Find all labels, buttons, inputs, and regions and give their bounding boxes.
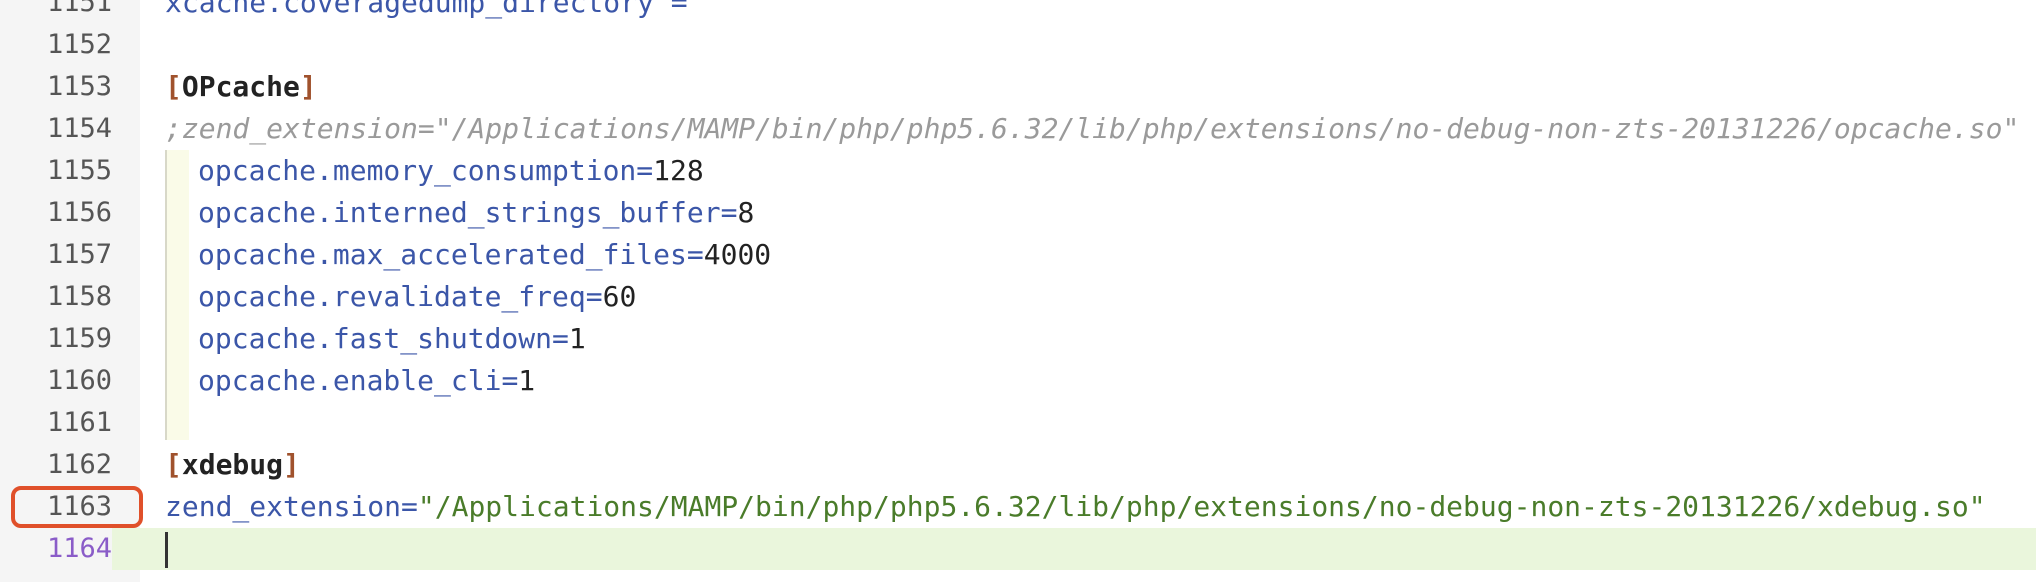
section-header: [xdebug] — [165, 444, 300, 486]
code-line[interactable]: 1163 zend_extension="/Applications/MAMP/… — [0, 486, 2036, 528]
config-value: 1 — [568, 322, 586, 355]
close-bracket: ] — [283, 448, 300, 481]
code-editor[interactable]: 1151 xcache.coveragedump_directory = "" … — [0, 0, 2036, 582]
config-value: 1 — [518, 364, 536, 397]
line-number: 1157 — [46, 239, 112, 270]
line-number: 1153 — [46, 71, 112, 102]
line-content: opcache.interned_strings_buffer=8 — [198, 192, 754, 234]
equals-sign: = — [585, 280, 603, 313]
line-number: 1152 — [46, 29, 112, 60]
code-line[interactable]: 1152 — [0, 24, 2036, 66]
close-bracket: ] — [299, 70, 317, 103]
config-key: opcache.fast_shutdown — [198, 322, 553, 355]
code-line[interactable]: 1153 [OPcache] — [0, 66, 2036, 108]
line-number: 1154 — [46, 113, 112, 144]
equals-sign: = — [653, 0, 705, 19]
section-header: [OPcache] — [165, 66, 317, 108]
code-line[interactable]: 1155 opcache.memory_consumption=128 — [0, 150, 2036, 192]
line-number: 1162 — [46, 449, 112, 480]
code-line[interactable]: 1157 opcache.max_accelerated_files=4000 — [0, 234, 2036, 276]
config-value: "" — [704, 0, 739, 19]
line-content: xcache.coveragedump_directory = "" — [165, 0, 738, 24]
line-number: 1155 — [46, 155, 112, 186]
open-bracket: [ — [165, 70, 182, 103]
config-value: 8 — [737, 196, 755, 229]
line-content: opcache.memory_consumption=128 — [198, 150, 704, 192]
config-value: "/Applications/MAMP/bin/php/php5.6.32/li… — [417, 490, 1986, 523]
section-name: xdebug — [181, 448, 284, 481]
config-key: zend_extension — [165, 490, 402, 523]
config-value: 4000 — [703, 238, 772, 271]
config-key: opcache.max_accelerated_files — [198, 238, 687, 271]
code-line[interactable]: 1154 ;zend_extension="/Applications/MAMP… — [0, 108, 2036, 150]
code-lines[interactable]: 1151 xcache.coveragedump_directory = "" … — [0, 0, 2036, 570]
equals-sign: = — [686, 238, 704, 271]
line-number: 1159 — [46, 323, 112, 354]
text-cursor — [165, 532, 168, 568]
line-content: opcache.revalidate_freq=60 — [198, 276, 636, 318]
config-value: 128 — [653, 154, 704, 187]
open-bracket: [ — [165, 448, 182, 481]
line-number: 1164 — [0, 528, 112, 570]
config-key: xcache.coveragedump_directory — [165, 0, 654, 19]
line-number-highlight-box — [11, 486, 143, 528]
config-key: opcache.interned_strings_buffer — [198, 196, 721, 229]
line-content: zend_extension="/Applications/MAMP/bin/p… — [165, 486, 1986, 528]
code-line[interactable]: 1151 xcache.coveragedump_directory = "" — [0, 0, 2036, 24]
equals-sign: = — [720, 196, 738, 229]
code-line[interactable]: 1156 opcache.interned_strings_buffer=8 — [0, 192, 2036, 234]
current-line[interactable]: 1164 — [0, 528, 2036, 570]
equals-sign: = — [552, 322, 569, 355]
config-key: opcache.revalidate_freq — [198, 280, 586, 313]
line-number: 1156 — [46, 197, 112, 228]
config-key: opcache.memory_consumption — [198, 154, 637, 187]
comment-text: ;zend_extension="/Applications/MAMP/bin/… — [165, 112, 2020, 145]
code-line[interactable]: 1159 opcache.fast_shutdown=1 — [0, 318, 2036, 360]
equals-sign: = — [401, 490, 418, 523]
code-line[interactable]: 1160 opcache.enable_cli=1 — [0, 360, 2036, 402]
section-name: OPcache — [181, 70, 300, 103]
code-line[interactable]: 1158 opcache.revalidate_freq=60 — [0, 276, 2036, 318]
line-content: opcache.max_accelerated_files=4000 — [198, 234, 771, 276]
code-line[interactable]: 1161 — [0, 402, 2036, 444]
line-number: 1160 — [46, 365, 112, 396]
line-number: 1158 — [46, 281, 112, 312]
line-content: opcache.fast_shutdown=1 — [198, 318, 586, 360]
line-number: 1161 — [46, 407, 112, 438]
line-number: 1151 — [46, 0, 112, 18]
equals-sign: = — [636, 154, 654, 187]
line-content: opcache.enable_cli=1 — [198, 360, 535, 402]
code-line[interactable]: 1162 [xdebug] — [0, 444, 2036, 486]
config-value: 60 — [602, 280, 637, 313]
equals-sign: = — [501, 364, 519, 397]
config-key: opcache.enable_cli — [198, 364, 502, 397]
